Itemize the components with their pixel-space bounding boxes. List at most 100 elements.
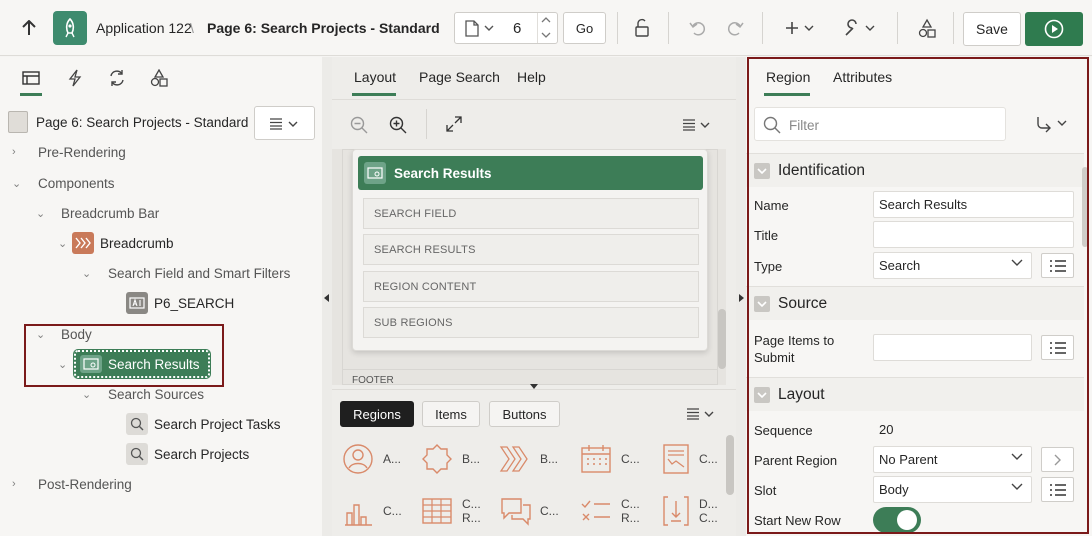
name-field[interactable]: Search Results [873,191,1074,218]
splitter-right[interactable] [736,57,746,536]
dynamic-actions-tab-icon[interactable] [62,65,88,91]
gallery-region-content-row[interactable]: C... R... [580,495,640,527]
shared-components-icon[interactable] [910,12,944,44]
slot-search-results[interactable]: SEARCH RESULTS [363,234,699,265]
page-selector[interactable]: 6 [454,12,558,44]
app-rocket-icon[interactable] [53,11,87,45]
page-number-input[interactable]: 6 [513,20,521,37]
tree-node-search-results[interactable]: ⌄ Search Results [58,349,211,379]
chevron-down-icon[interactable]: ⌄ [82,267,96,280]
tab-layout[interactable]: Layout [354,69,396,85]
menu-icon[interactable] [686,408,716,420]
collapse-icon[interactable] [754,162,770,179]
redo-icon[interactable] [720,12,750,44]
parent-region-select[interactable]: No Parent [873,446,1032,473]
undo-icon[interactable] [683,12,713,44]
section-identification[interactable]: Identification [746,153,1084,187]
tab-help[interactable]: Help [517,69,546,85]
collapse-left-icon[interactable] [324,294,330,302]
tab-page-search[interactable]: Page Search [419,69,500,85]
type-select[interactable]: Search [873,252,1032,279]
chevron-down-icon[interactable]: ⌄ [36,207,50,220]
wrench-menu-icon[interactable] [840,12,880,44]
chevron-down-icon[interactable]: ⌄ [36,328,50,341]
property-scrollbar[interactable] [1082,167,1088,247]
collapse-right-icon[interactable] [738,294,744,302]
expand-icon[interactable] [446,116,462,132]
page-items-submit-field[interactable] [873,334,1032,361]
run-button[interactable] [1025,12,1083,46]
tree-node-search-sources[interactable]: ⌄ Search Sources [82,383,204,405]
menu-icon[interactable] [682,119,712,131]
parent-region-goto-button[interactable] [1041,447,1074,472]
processing-tab-icon[interactable] [104,65,130,91]
tree-node-post-rendering[interactable]: › Post-Rendering [12,473,132,495]
chevron-down-icon[interactable]: ⌄ [58,358,72,371]
chevron-down-icon[interactable]: ⌄ [58,237,72,250]
gallery-region-calendar[interactable]: C... [580,443,640,475]
chevron-down-icon[interactable] [484,25,494,32]
page-items-list-button[interactable] [1041,335,1074,360]
go-to-group-icon[interactable] [1036,115,1068,133]
tree-node-search-project-tasks[interactable]: Search Project Tasks [126,413,281,435]
splitter-left[interactable] [322,57,332,536]
gallery-region-avatar[interactable]: A... [342,443,401,475]
tree-node-body[interactable]: ⌄ Body [36,323,92,345]
stepper-up-icon[interactable] [541,16,551,23]
tree-node-pre-rendering[interactable]: › Pre-Rendering [12,141,126,163]
start-new-row-toggle[interactable] [873,507,921,533]
chevron-down-icon[interactable]: ⌄ [82,388,96,401]
canvas-scrollbar[interactable] [718,309,726,369]
rendering-tab-icon[interactable] [18,65,44,91]
app-name-link[interactable]: Application 122 [96,20,192,36]
gallery-region-dynamic-content[interactable]: D... C... [662,495,718,527]
up-arrow-icon[interactable] [14,12,44,44]
zoom-out-icon[interactable] [350,116,368,134]
sequence-field[interactable]: 20 [873,416,1032,443]
tree-node-search-field-filters[interactable]: ⌄ Search Field and Smart Filters [82,262,290,284]
slot-region-content[interactable]: REGION CONTENT [363,271,699,302]
go-button[interactable]: Go [563,12,606,44]
lock-icon[interactable] [627,12,657,44]
tab-region[interactable]: Region [766,69,810,85]
tree-node-search-projects[interactable]: Search Projects [126,443,249,465]
gallery-region-chart[interactable]: C... [342,495,402,527]
gallery-tab-items[interactable]: Items [422,401,480,427]
collapse-icon[interactable] [754,295,770,312]
shared-components-tab-icon[interactable] [146,65,172,91]
layout-canvas[interactable]: Search Results SEARCH FIELD SEARCH RESUL… [332,149,726,385]
slot-list-button[interactable] [1041,477,1074,502]
collapse-icon[interactable] [754,386,770,403]
slot-search-field[interactable]: SEARCH FIELD [363,198,699,229]
section-layout[interactable]: Layout [746,377,1084,411]
gallery-tab-regions[interactable]: Regions [340,401,414,427]
slot-select[interactable]: Body [873,476,1032,503]
gallery-region-breadcrumb[interactable]: B... [499,443,558,475]
type-list-button[interactable] [1041,253,1074,278]
section-source[interactable]: Source [746,286,1084,320]
gallery-tab-buttons[interactable]: Buttons [489,401,560,427]
create-menu-button[interactable] [780,12,820,44]
chevron-right-icon[interactable]: › [12,478,26,490]
gallery-region-badge[interactable]: B... [421,443,480,475]
tab-attributes[interactable]: Attributes [833,69,892,85]
title-field[interactable] [873,221,1074,248]
tree-node-breadcrumb-bar[interactable]: ⌄ Breadcrumb Bar [36,202,159,224]
tree-node-breadcrumb[interactable]: ⌄ Breadcrumb [58,232,174,254]
save-button[interactable]: Save [963,12,1021,46]
chevron-down-icon[interactable]: ⌄ [12,177,26,190]
tree-node-p6-search[interactable]: P6_SEARCH [126,292,234,314]
gallery-region-card[interactable]: C... [662,443,718,475]
tree-menu-button[interactable] [254,106,315,140]
tree-node-components[interactable]: ⌄ Components [12,172,115,194]
chevron-right-icon[interactable]: › [12,146,26,158]
slot-sub-regions[interactable]: SUB REGIONS [363,307,699,338]
search-results-region-card[interactable]: Search Results SEARCH FIELD SEARCH RESUL… [352,149,708,351]
gallery-region-comments[interactable]: C... [499,495,559,527]
zoom-in-icon[interactable] [389,116,407,134]
footer-slot[interactable]: FOOTER [342,369,718,385]
gallery-region-classic-report[interactable]: C... R... [421,495,481,527]
region-header[interactable]: Search Results [358,156,703,190]
stepper-down-icon[interactable] [541,32,551,39]
gallery-scrollbar[interactable] [726,435,734,495]
